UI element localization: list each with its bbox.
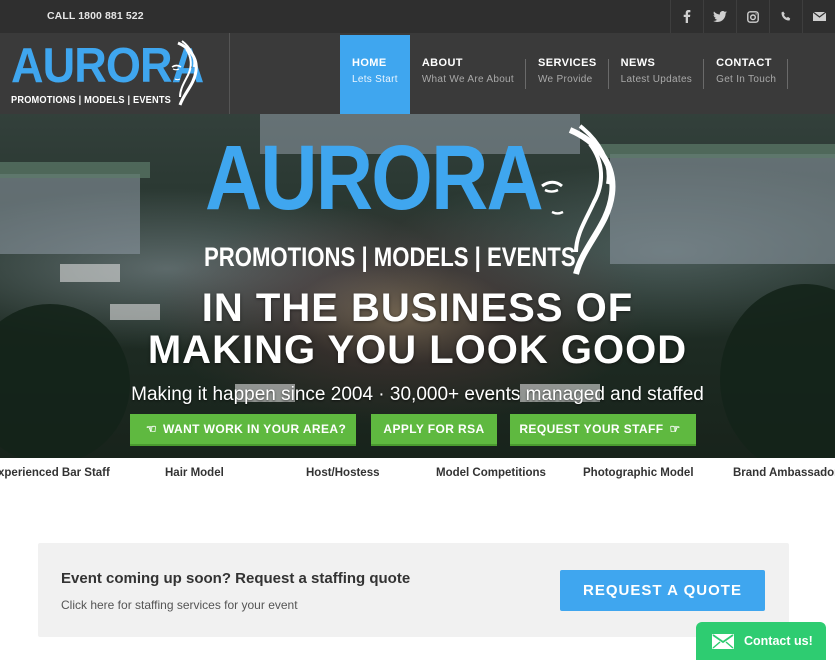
category-item[interactable]: xperienced Bar Staff bbox=[0, 467, 110, 479]
nav-item-subtitle: We Provide bbox=[538, 74, 593, 85]
apply-rsa-button-label: APPLY FOR RSA bbox=[383, 422, 485, 436]
quote-heading: Event coming up soon? Request a staffing… bbox=[61, 570, 411, 587]
nav-item-contact[interactable]: CONTACT Get In Touch bbox=[704, 35, 789, 114]
nav-item-services[interactable]: SERVICES We Provide bbox=[526, 35, 609, 114]
nav-item-title: NEWS bbox=[620, 57, 656, 69]
quote-text[interactable]: Click here for staffing services for you… bbox=[61, 598, 298, 612]
background-roof bbox=[0, 162, 150, 178]
main-nav: HOME Lets Start ABOUT What We Are About … bbox=[340, 35, 789, 114]
hero-logo-tagline: PROMOTIONS | MODELS | EVENTS bbox=[204, 242, 576, 272]
site-logo[interactable]: AURORA PROMOTIONS | MODELS | EVENTS bbox=[0, 33, 230, 114]
hero-headline-line2: MAKING YOU LOOK GOOD bbox=[147, 328, 688, 372]
hero-subheadline: Making it happen since 2004 · 30,000+ ev… bbox=[131, 384, 704, 405]
category-item[interactable]: Brand Ambassador bbox=[733, 467, 835, 479]
hand-pointing-right-icon: ☞ bbox=[669, 422, 681, 436]
hand-pointing-left-icon: ☜ bbox=[145, 422, 157, 436]
nav-item-title: HOME bbox=[352, 57, 387, 69]
nav-item-title: ABOUT bbox=[421, 57, 463, 69]
request-quote-button[interactable]: REQUEST A QUOTE bbox=[560, 570, 765, 611]
contact-us-widget[interactable]: Contact us! bbox=[696, 622, 826, 660]
category-item[interactable]: Hair Model bbox=[165, 467, 224, 479]
nav-item-about[interactable]: ABOUT What We Are About bbox=[410, 35, 526, 114]
site-header: AURORA PROMOTIONS | MODELS | EVENTS HOME… bbox=[0, 33, 835, 114]
request-staff-button[interactable]: REQUEST YOUR STAFF ☞ bbox=[510, 414, 696, 446]
email-icon[interactable] bbox=[802, 0, 835, 33]
hero-banner: AURORA PROMOTIONS | MODELS | EVENTS IN T… bbox=[0, 114, 835, 458]
category-item[interactable]: Model Competitions bbox=[436, 467, 546, 479]
apply-rsa-button[interactable]: APPLY FOR RSA bbox=[371, 414, 497, 446]
want-work-button-label: WANT WORK IN YOUR AREA? bbox=[162, 422, 347, 436]
background-roof bbox=[600, 144, 835, 158]
social-icons bbox=[670, 0, 835, 33]
facebook-icon[interactable] bbox=[670, 0, 703, 33]
service-category-strip: xperienced Bar Staff Hair Model Host/Hos… bbox=[0, 458, 835, 488]
instagram-icon[interactable] bbox=[736, 0, 769, 33]
request-staff-button-label: REQUEST YOUR STAFF bbox=[519, 422, 664, 436]
nav-item-subtitle: Lets Start bbox=[352, 74, 398, 85]
hero-logo-wordmark: AURORA bbox=[205, 127, 544, 229]
category-item[interactable]: Photographic Model bbox=[583, 467, 694, 479]
top-bar: CALL 1800 881 522 bbox=[0, 0, 835, 33]
want-work-button[interactable]: ☜ WANT WORK IN YOUR AREA? bbox=[130, 414, 356, 446]
background-building bbox=[610, 154, 835, 264]
logo-face-icon bbox=[171, 40, 198, 106]
contact-us-label: Contact us! bbox=[744, 634, 813, 648]
background-building bbox=[0, 174, 140, 254]
nav-item-title: SERVICES bbox=[538, 57, 597, 69]
nav-item-subtitle: Get In Touch bbox=[716, 74, 777, 85]
twitter-icon[interactable] bbox=[703, 0, 736, 33]
hero-logo-face-icon bbox=[541, 124, 616, 275]
category-item[interactable]: Host/Hostess bbox=[306, 467, 380, 479]
quote-request-panel: Event coming up soon? Request a staffing… bbox=[38, 543, 789, 637]
nav-divider bbox=[787, 59, 789, 89]
nav-item-home[interactable]: HOME Lets Start bbox=[340, 35, 410, 114]
envelope-icon bbox=[712, 633, 734, 649]
nav-item-subtitle: What We Are About bbox=[421, 74, 514, 85]
background-tent bbox=[60, 264, 120, 282]
nav-item-title: CONTACT bbox=[716, 57, 772, 69]
logo-tagline: PROMOTIONS | MODELS | EVENTS bbox=[11, 94, 172, 106]
hero-headline-line1: IN THE BUSINESS OF bbox=[201, 286, 634, 330]
nav-item-news[interactable]: NEWS Latest Updates bbox=[609, 35, 705, 114]
phone-number[interactable]: CALL 1800 881 522 bbox=[47, 0, 144, 33]
phone-icon[interactable] bbox=[769, 0, 802, 33]
nav-item-subtitle: Latest Updates bbox=[620, 74, 693, 85]
